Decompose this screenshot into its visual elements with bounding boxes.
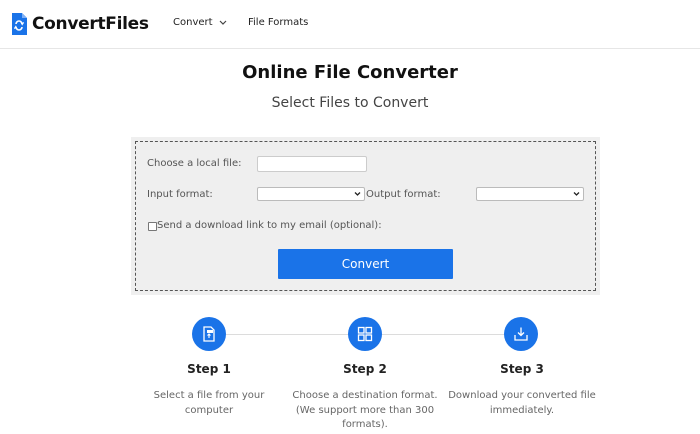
nav-convert[interactable]: Convert: [173, 17, 227, 28]
input-format-label: Input format:: [147, 189, 213, 200]
input-format-select[interactable]: [257, 187, 365, 201]
page-title: Online File Converter: [242, 62, 458, 83]
nav-file-formats-label: File Formats: [248, 17, 309, 28]
file-upload-icon: [203, 326, 215, 342]
step-3-description: Download your converted file immediately…: [442, 389, 602, 418]
download-icon: [514, 327, 528, 341]
step-3-desc-line: immediately.: [489, 404, 555, 416]
step-3-title: Step 3: [500, 362, 544, 376]
step-2-title: Step 2: [343, 362, 387, 376]
step-1-title: Step 1: [187, 362, 231, 376]
output-format-select[interactable]: [476, 187, 584, 201]
grid-icon: [357, 326, 373, 342]
email-link-checkbox[interactable]: [148, 222, 157, 231]
converter-panel: Choose a local file: Input format: Outpu…: [131, 137, 600, 295]
convert-button[interactable]: Convert: [278, 249, 453, 279]
brand-logo[interactable]: ConvertFiles: [10, 12, 149, 36]
step-1-desc-line: Select a file from your: [153, 390, 265, 401]
nav-convert-label: Convert: [173, 17, 213, 28]
step-1-desc-line: computer: [184, 404, 234, 416]
nav-file-formats[interactable]: File Formats: [248, 17, 308, 28]
step-3-icon-circle: [504, 317, 538, 351]
step-2-desc-line: Choose a destination format.: [292, 390, 438, 401]
page-subtitle: Select Files to Convert: [271, 95, 429, 111]
chevron-down-icon: [219, 20, 226, 25]
chevron-down-icon: [573, 192, 580, 196]
output-format-label: Output format:: [366, 189, 441, 200]
step-3-desc-line: Download your converted file: [448, 390, 596, 401]
step-connector: [382, 334, 506, 335]
convert-files-logo-icon: [12, 13, 27, 35]
step-1-description: Select a file from your computer: [129, 389, 289, 418]
local-file-input[interactable]: [257, 156, 367, 172]
step-2-desc-line: (We support more than 300: [295, 404, 435, 416]
brand-name: ConvertFiles: [32, 14, 149, 34]
step-2-description: Choose a destination format. (We support…: [285, 389, 445, 433]
chevron-down-icon: [354, 192, 361, 196]
local-file-label: Choose a local file:: [147, 158, 242, 169]
step-2-desc-line: formats).: [342, 419, 388, 430]
step-1-icon-circle: [192, 317, 226, 351]
email-link-label: Send a download link to my email (option…: [157, 220, 382, 231]
step-connector: [226, 334, 350, 335]
top-header: ConvertFiles Convert File Formats: [0, 0, 700, 49]
step-2-icon-circle: [348, 317, 382, 351]
